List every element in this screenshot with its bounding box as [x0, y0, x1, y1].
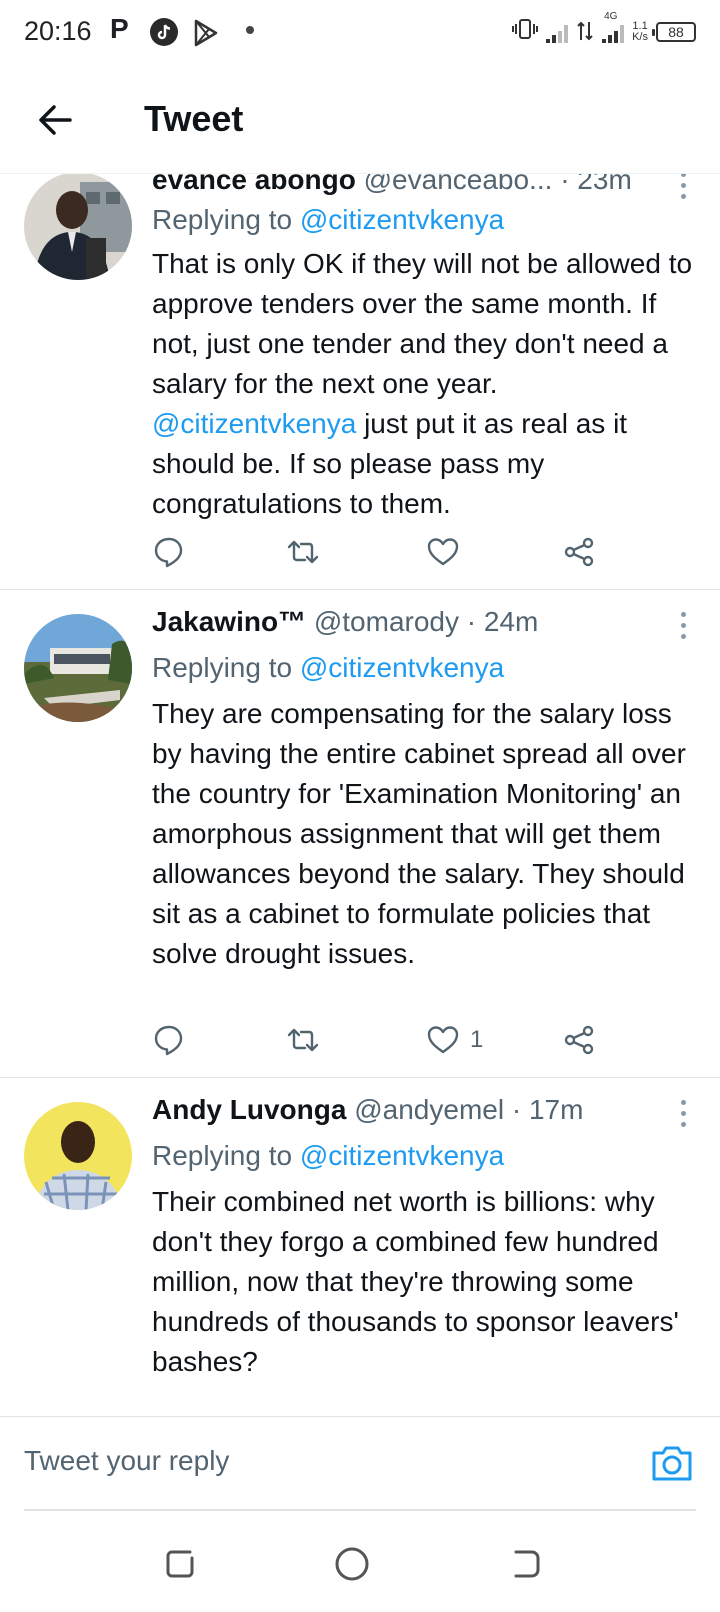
- signal-4g-icon: [602, 21, 625, 43]
- author-handle[interactable]: @evanceabo...: [364, 174, 553, 195]
- play-store-icon: [192, 18, 220, 47]
- status-bar: 20:16 P 4G 1.1 K/s 88: [0, 0, 720, 66]
- status-time: 20:16: [24, 16, 92, 46]
- vibrate-icon: [512, 18, 539, 46]
- author-handle[interactable]: @tomarody: [314, 606, 459, 637]
- status-indicators: 4G 1.1 K/s 88: [512, 11, 696, 50]
- separator-dot: ·: [560, 174, 570, 195]
- tweet[interactable]: evance abongo @evanceabo... · 23m Replyi…: [0, 174, 720, 590]
- replying-to: Replying to @citizentvkenya: [152, 1140, 504, 1172]
- replying-to-label: Replying to: [152, 652, 300, 683]
- tweet-text: That is only OK if they will not be allo…: [152, 244, 700, 524]
- tweet-header: Andy Luvonga @andyemel · 17m: [152, 1094, 680, 1126]
- author-name[interactable]: Jakawino™: [152, 606, 306, 637]
- avatar[interactable]: [24, 174, 132, 280]
- net-speed: 1.1 K/s: [632, 21, 648, 43]
- signal-strength-icon: [546, 21, 569, 43]
- tweet-text-part: That is only OK if they will not be allo…: [152, 248, 693, 399]
- more-options-icon[interactable]: [676, 1100, 690, 1130]
- battery-level: 88: [668, 24, 684, 40]
- replying-to-link[interactable]: @citizentvkenya: [300, 204, 504, 235]
- like-button[interactable]: 1: [426, 1020, 483, 1060]
- retweet-icon: [287, 1028, 319, 1052]
- camera-icon[interactable]: [650, 1443, 694, 1483]
- tweet-text: They are compensating for the salary los…: [152, 698, 686, 969]
- author-name[interactable]: evance abongo: [152, 174, 356, 195]
- author-name[interactable]: Andy Luvonga: [152, 1094, 346, 1125]
- back-nav-icon[interactable]: [506, 1544, 546, 1584]
- separator-dot: ·: [466, 606, 477, 637]
- replying-to-label: Replying to: [152, 1140, 300, 1171]
- heart-icon: [427, 1026, 459, 1054]
- heart-icon: [427, 538, 459, 566]
- home-nav-icon[interactable]: [332, 1544, 372, 1584]
- tweet-text: Their combined net worth is billions: wh…: [152, 1186, 679, 1377]
- data-transfer-icon: [576, 20, 594, 45]
- more-options-icon[interactable]: [676, 612, 690, 642]
- recents-nav-icon[interactable]: [160, 1544, 200, 1584]
- reply-icon: [154, 537, 183, 568]
- share-icon: [564, 537, 594, 567]
- replying-to: Replying to @citizentvkenya: [152, 204, 504, 236]
- reply-feed[interactable]: evance abongo @evanceabo... · 23m Replyi…: [0, 174, 720, 1416]
- reply-button[interactable]: [152, 532, 186, 572]
- tweet-actions: [152, 532, 632, 572]
- replying-to-link[interactable]: @citizentvkenya: [300, 652, 504, 683]
- reply-icon: [154, 1025, 183, 1056]
- page-title: Tweet: [144, 98, 244, 139]
- tweet-header: Jakawino™ @tomarody · 24m: [152, 606, 680, 638]
- tweet-time: 24m: [483, 606, 539, 637]
- avatar[interactable]: [24, 1102, 132, 1210]
- tweet[interactable]: Andy Luvonga @andyemel · 17m Replying to…: [0, 1078, 720, 1416]
- replying-to: Replying to @citizentvkenya: [152, 652, 504, 684]
- like-button[interactable]: [426, 532, 470, 572]
- top-app-bar: Tweet: [0, 66, 720, 174]
- signal-4g: 4G: [602, 11, 625, 43]
- tweet-time: 17m: [528, 1094, 584, 1125]
- reply-underline: [24, 1509, 696, 1511]
- retweet-button[interactable]: [286, 1020, 320, 1060]
- separator-dot: ·: [511, 1094, 522, 1125]
- more-options-icon[interactable]: [676, 174, 690, 202]
- tiktok-icon: [150, 18, 178, 46]
- avatar[interactable]: [24, 614, 132, 722]
- system-nav-bar: [0, 1512, 720, 1612]
- share-button[interactable]: [562, 1020, 596, 1060]
- p-app-icon: P: [110, 13, 129, 44]
- retweet-icon: [287, 540, 319, 564]
- reply-input[interactable]: Tweet your reply: [24, 1445, 229, 1477]
- network-type-label: 4G: [604, 11, 618, 22]
- back-arrow-icon[interactable]: [32, 96, 80, 144]
- reply-button[interactable]: [152, 1020, 186, 1060]
- replying-to-link[interactable]: @citizentvkenya: [300, 1140, 504, 1171]
- retweet-button[interactable]: [286, 532, 320, 572]
- share-icon: [564, 1025, 594, 1055]
- tweet-time: 23m: [577, 174, 632, 195]
- tweet-header: evance abongo @evanceabo... · 23m: [152, 174, 680, 196]
- notification-dot-icon: [246, 26, 254, 34]
- share-button[interactable]: [562, 532, 596, 572]
- like-count: 1: [470, 1026, 484, 1053]
- replying-to-label: Replying to: [152, 204, 300, 235]
- reply-composer[interactable]: Tweet your reply: [0, 1416, 720, 1512]
- net-speed-unit: K/s: [632, 31, 648, 43]
- mention-link[interactable]: @citizentvkenya: [152, 408, 356, 439]
- battery-icon: 88: [652, 22, 696, 42]
- tweet[interactable]: Jakawino™ @tomarody · 24m Replying to @c…: [0, 590, 720, 1078]
- author-handle[interactable]: @andyemel: [354, 1094, 504, 1125]
- tweet-actions: 1: [152, 1020, 632, 1060]
